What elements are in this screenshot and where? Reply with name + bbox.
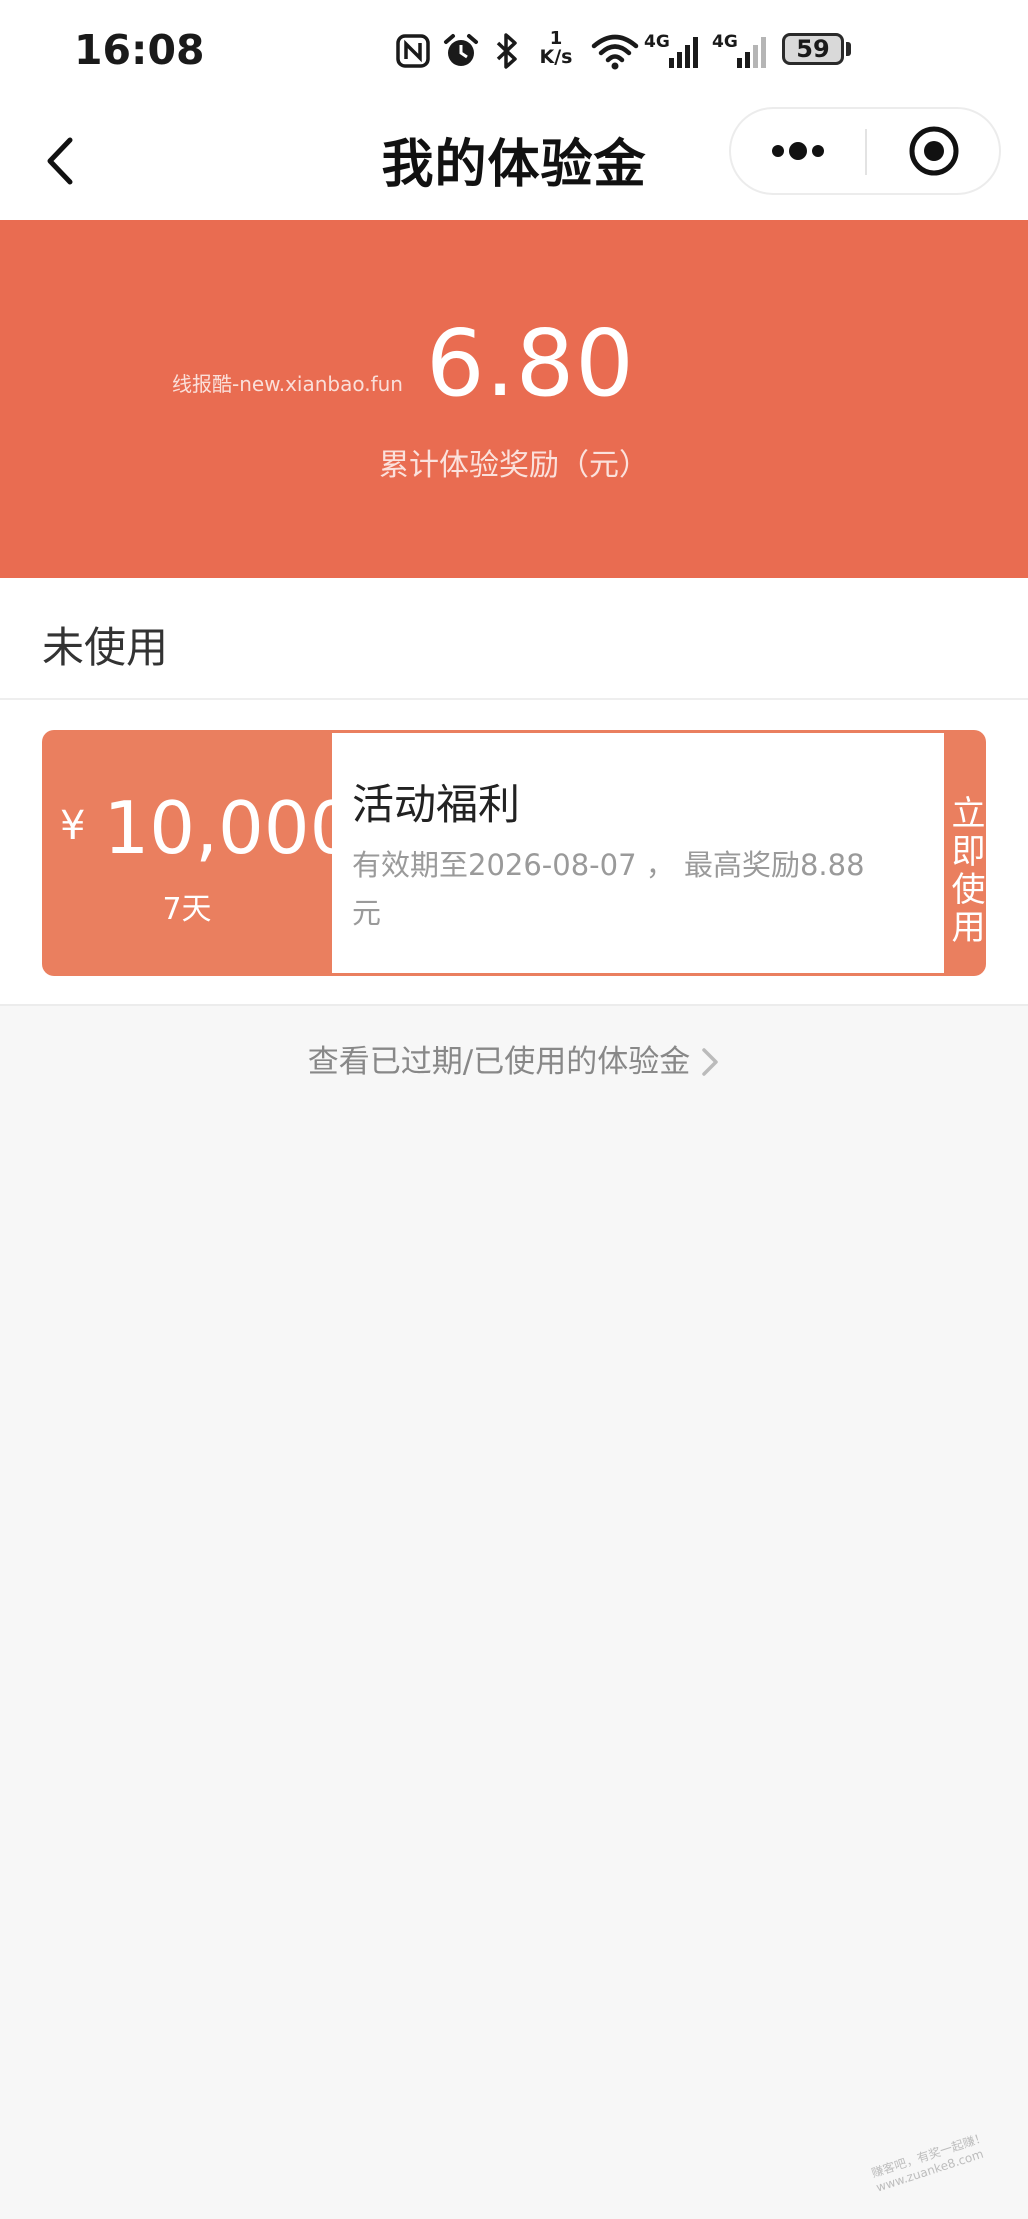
corner-watermark: 赚客吧，有奖一起赚！www.zuanke8.com <box>869 2129 989 2195</box>
section-title: 未使用 <box>42 623 169 672</box>
mini-program-capsule <box>729 107 1001 195</box>
watermark-text: 线报酷-new.xianbao.fun <box>172 372 403 396</box>
coupon-info: 活动福利 有效期至2026-08-07 ， 最高奖励8.88元 <box>332 733 944 973</box>
unused-section-header: 未使用 <box>0 578 1028 700</box>
bluetooth-icon <box>496 33 517 69</box>
total-reward-amount: 6.80 <box>426 310 635 417</box>
status-bar: 16:08 1 K/s 4G 4G 59 <box>0 0 1028 106</box>
speed-unit: K/s <box>539 46 573 68</box>
more-dots-icon[interactable] <box>731 109 865 193</box>
amount-value: 10,000 <box>103 786 356 870</box>
status-time: 16:08 <box>74 26 205 74</box>
expired-used-link[interactable]: 查看已过期/已使用的体验金 <box>0 1036 1028 1081</box>
history-link-text: 查看已过期/已使用的体验金 <box>307 1044 691 1080</box>
coupon-card[interactable]: ¥10,000 7天 活动福利 有效期至2026-08-07 ， 最高奖励8.8… <box>42 730 986 976</box>
network-type-1: 4G <box>644 32 670 52</box>
battery-icon: 59 <box>782 33 844 65</box>
reward-banner: 线报酷-new.xianbao.fun 6.80 累计体验奖励（元） <box>0 220 1028 578</box>
coupon-amount-panel: ¥10,000 7天 <box>42 730 355 976</box>
chevron-right-icon <box>702 1048 718 1076</box>
currency-symbol: ¥ <box>60 803 86 849</box>
use-now-button[interactable]: 立即使用 <box>944 730 986 976</box>
network-speed: 1 K/s <box>536 30 576 68</box>
coupon-days: 7天 <box>162 892 212 927</box>
nfc-icon <box>396 34 430 68</box>
nav-bar: 我的体验金 <box>0 106 1028 220</box>
total-reward-label: 累计体验奖励（元） <box>379 448 649 483</box>
signal-weak-icon <box>737 37 766 68</box>
coupon-amount: ¥10,000 <box>60 786 355 870</box>
network-type-2: 4G <box>712 32 738 52</box>
signal-icon <box>669 37 698 68</box>
wifi-icon <box>591 34 639 70</box>
coupon-title: 活动福利 <box>352 780 521 829</box>
battery-cap <box>846 42 851 56</box>
coupon-list: ¥10,000 7天 活动福利 有效期至2026-08-07 ， 最高奖励8.8… <box>0 700 1028 1006</box>
alarm-icon <box>444 34 478 66</box>
close-target-icon[interactable] <box>867 109 1001 193</box>
coupon-description: 有效期至2026-08-07 ， 最高奖励8.88元 <box>352 848 865 930</box>
